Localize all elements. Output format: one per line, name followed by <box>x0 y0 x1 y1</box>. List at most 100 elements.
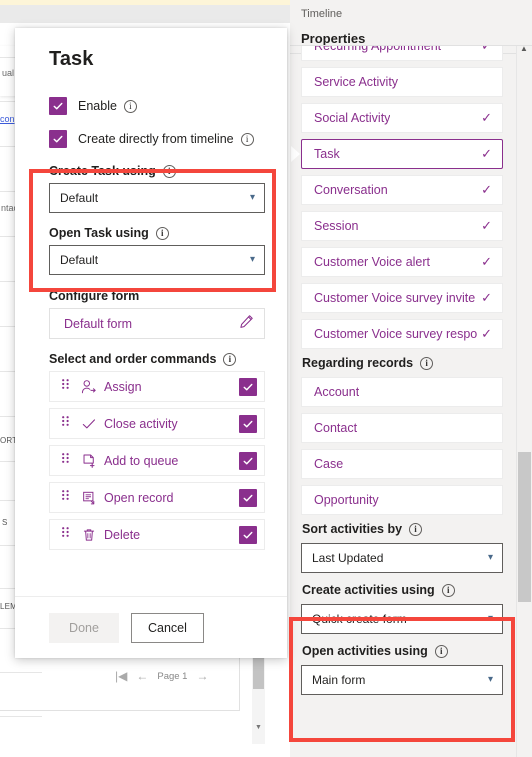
regarding-records-label-row: Regarding records i <box>302 356 516 370</box>
activity-label: Service Activity <box>314 75 399 89</box>
enable-checkbox[interactable] <box>49 97 67 115</box>
command-row-assign[interactable]: Assign <box>49 371 265 402</box>
properties-panel-header: Timeline <box>290 0 532 20</box>
info-icon[interactable]: i <box>409 522 423 536</box>
info-icon[interactable]: i <box>162 164 176 178</box>
dialog-body: Task Enable i Create directly from timel… <box>15 28 287 596</box>
checkmark-icon <box>79 416 99 432</box>
activity-item-social-activity[interactable]: Social Activity ✓ <box>301 103 503 133</box>
regarding-item-opportunity[interactable]: Opportunity <box>301 485 503 515</box>
activity-item-customer-voice-survey-response[interactable]: Customer Voice survey respo ✓ <box>301 319 503 349</box>
info-icon[interactable]: i <box>434 644 448 658</box>
command-row-delete[interactable]: Delete <box>49 519 265 550</box>
page-label: Page 1 <box>157 670 188 682</box>
properties-scroll-area: Recurring Appointment ✓ Service Activity… <box>290 45 516 757</box>
activity-label: Customer Voice survey invite <box>314 291 476 305</box>
properties-scrollbar-track[interactable] <box>516 46 532 757</box>
open-activities-value: Main form <box>312 673 366 687</box>
enable-checkbox-row[interactable]: Enable i <box>49 97 265 115</box>
breadcrumb: Timeline <box>301 8 343 20</box>
create-activities-dropdown[interactable]: Quick create form ▾ <box>301 604 503 634</box>
panel-top-divider <box>290 45 532 46</box>
create-activities-label-row: Create activities using i <box>302 583 516 597</box>
activity-item-service-activity[interactable]: Service Activity <box>301 67 503 97</box>
command-checkbox[interactable] <box>239 451 257 470</box>
info-icon[interactable]: i <box>155 226 169 240</box>
drag-handle-icon[interactable] <box>61 414 70 433</box>
activity-item-task[interactable]: Task ✓ <box>291 139 503 169</box>
command-label: Add to queue <box>104 453 179 468</box>
sort-activities-label-row: Sort activities by i <box>302 522 516 536</box>
checkmark-icon: ✓ <box>481 45 492 53</box>
checkmark-icon: ✓ <box>481 326 492 341</box>
chevron-down-icon: ▾ <box>487 613 493 624</box>
regarding-item-account[interactable]: Account <box>301 377 503 407</box>
next-page-icon[interactable]: → <box>196 670 208 682</box>
background-scrollbar-thumb[interactable] <box>253 653 264 689</box>
create-directly-checkbox-row[interactable]: Create directly from timeline i <box>49 130 265 148</box>
command-checkbox[interactable] <box>239 488 257 507</box>
command-checkbox[interactable] <box>239 525 257 544</box>
chevron-down-icon: ▾ <box>487 674 493 685</box>
command-label: Close activity <box>104 416 178 431</box>
create-directly-checkbox[interactable] <box>49 130 67 148</box>
info-icon[interactable]: i <box>441 583 455 597</box>
create-directly-label: Create directly from timeline <box>78 132 234 146</box>
open-activities-dropdown[interactable]: Main form ▾ <box>301 665 503 695</box>
open-task-using-value: Default <box>60 253 99 267</box>
properties-panel: Timeline Properties Recurring Appointmen… <box>290 0 532 757</box>
activity-item-session[interactable]: Session ✓ <box>301 211 503 241</box>
activity-label: Customer Voice alert <box>314 255 431 269</box>
sort-activities-value: Last Updated <box>312 551 384 565</box>
info-icon[interactable]: i <box>420 356 434 370</box>
pencil-icon[interactable] <box>239 314 254 334</box>
drag-handle-icon[interactable] <box>61 525 70 544</box>
done-button[interactable]: Done <box>49 612 119 643</box>
first-page-icon[interactable]: |◀ <box>115 670 127 682</box>
create-activities-label: Create activities using <box>302 583 435 597</box>
create-task-using-dropdown[interactable]: Default ▾ <box>49 183 265 213</box>
info-icon[interactable]: i <box>223 352 237 366</box>
task-configuration-dialog: Task Enable i Create directly from timel… <box>15 28 287 658</box>
regarding-item-contact[interactable]: Contact <box>301 413 503 443</box>
activity-item-customer-voice-survey-invite[interactable]: Customer Voice survey invite ✓ <box>301 283 503 313</box>
command-row-add-to-queue[interactable]: Add to queue <box>49 445 265 476</box>
activity-label: Session <box>314 219 359 233</box>
regarding-records-label: Regarding records <box>302 356 414 370</box>
background-command-strip <box>0 5 290 23</box>
create-activities-value: Quick create form <box>312 612 407 626</box>
open-task-using-label-row: Open Task using i <box>49 226 265 240</box>
drag-handle-icon[interactable] <box>61 377 70 396</box>
default-form-row[interactable]: Default form <box>49 308 265 339</box>
screen-root: ual con ntac ORTU S LEM |◀ ← Page 1 → ▼ … <box>0 0 532 757</box>
command-row-close-activity[interactable]: Close activity <box>49 408 265 439</box>
activity-item-conversation[interactable]: Conversation ✓ <box>301 175 503 205</box>
properties-scrollbar-thumb[interactable] <box>518 452 531 602</box>
command-row-open-record[interactable]: Open record <box>49 482 265 513</box>
checkmark-icon: ✓ <box>481 182 492 197</box>
dialog-title: Task <box>49 48 94 70</box>
info-icon[interactable]: i <box>240 132 254 146</box>
regarding-item-case[interactable]: Case <box>301 449 503 479</box>
sort-activities-dropdown[interactable]: Last Updated ▾ <box>301 543 503 573</box>
activity-item-customer-voice-alert[interactable]: Customer Voice alert ✓ <box>301 247 503 277</box>
activity-item-recurring-appointment[interactable]: Recurring Appointment ✓ <box>301 45 503 61</box>
cancel-button[interactable]: Cancel <box>131 612 204 643</box>
scroll-down-icon[interactable]: ▼ <box>254 723 263 732</box>
checkmark-icon <box>243 531 253 538</box>
open-task-using-dropdown[interactable]: Default ▾ <box>49 245 265 275</box>
command-checkbox[interactable] <box>239 377 257 396</box>
checkmark-icon <box>243 420 253 427</box>
command-label: Assign <box>104 379 142 394</box>
create-task-using-field: Create Task using i Default ▾ <box>49 164 265 213</box>
trash-icon <box>79 527 99 543</box>
checkmark-icon <box>53 102 63 110</box>
command-checkbox[interactable] <box>239 414 257 433</box>
info-icon[interactable]: i <box>123 99 137 113</box>
checkmark-icon: ✓ <box>481 218 492 233</box>
drag-handle-icon[interactable] <box>61 451 70 470</box>
drag-handle-icon[interactable] <box>61 488 70 507</box>
chevron-down-icon: ▾ <box>487 552 493 563</box>
previous-page-icon[interactable]: ← <box>136 670 148 682</box>
checkmark-icon <box>243 457 253 464</box>
